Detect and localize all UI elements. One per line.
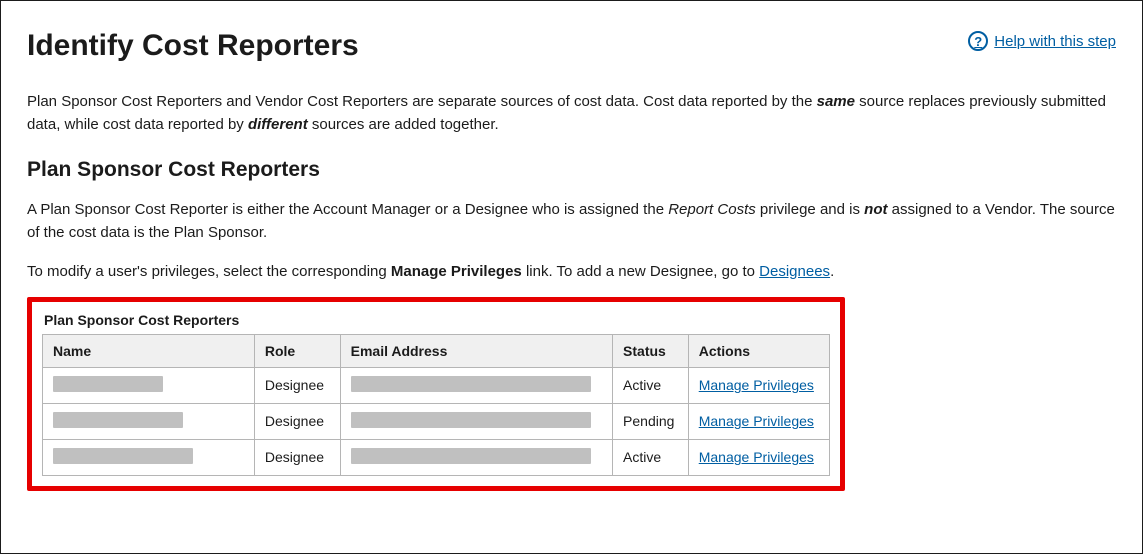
intro-same-emphasis: same [817, 93, 855, 110]
redacted-email [351, 448, 591, 464]
redacted-email [351, 412, 591, 428]
redacted-name [53, 412, 183, 428]
manage-privileges-link[interactable]: Manage Privileges [699, 377, 814, 393]
plan-sponsor-cost-reporters-table: Name Role Email Address Status Actions D… [42, 334, 830, 476]
table-caption: Plan Sponsor Cost Reporters [42, 312, 830, 328]
manage-privileges-link[interactable]: Manage Privileges [699, 413, 814, 429]
designees-link[interactable]: Designees [759, 263, 830, 280]
table-row: Designee Active Manage Privileges [43, 367, 830, 403]
table-row: Designee Active Manage Privileges [43, 439, 830, 475]
highlighted-table-container: Plan Sponsor Cost Reporters Name Role Em… [27, 297, 845, 491]
cell-status: Pending [613, 403, 689, 439]
intro-paragraph: Plan Sponsor Cost Reporters and Vendor C… [27, 91, 1116, 136]
redacted-name [53, 448, 193, 464]
col-header-name: Name [43, 334, 255, 367]
col-header-role: Role [254, 334, 340, 367]
section-desc-1: A Plan Sponsor Cost Reporter is either t… [27, 198, 1116, 245]
col-header-status: Status [613, 334, 689, 367]
redacted-email [351, 376, 591, 392]
intro-different-emphasis: different [248, 116, 308, 133]
cell-status: Active [613, 439, 689, 475]
table-row: Designee Pending Manage Privileges [43, 403, 830, 439]
section-heading: Plan Sponsor Cost Reporters [27, 158, 1116, 182]
cell-role: Designee [254, 439, 340, 475]
help-icon: ? [968, 31, 988, 51]
cell-role: Designee [254, 367, 340, 403]
cell-role: Designee [254, 403, 340, 439]
section-desc-2: To modify a user's privileges, select th… [27, 260, 1116, 283]
help-with-step-link[interactable]: ? Help with this step [968, 21, 1116, 51]
cell-status: Active [613, 367, 689, 403]
redacted-name [53, 376, 163, 392]
col-header-email: Email Address [340, 334, 612, 367]
page-title: Identify Cost Reporters [27, 21, 359, 63]
manage-privileges-link[interactable]: Manage Privileges [699, 449, 814, 465]
help-link-label: Help with this step [994, 33, 1116, 50]
col-header-actions: Actions [688, 334, 829, 367]
